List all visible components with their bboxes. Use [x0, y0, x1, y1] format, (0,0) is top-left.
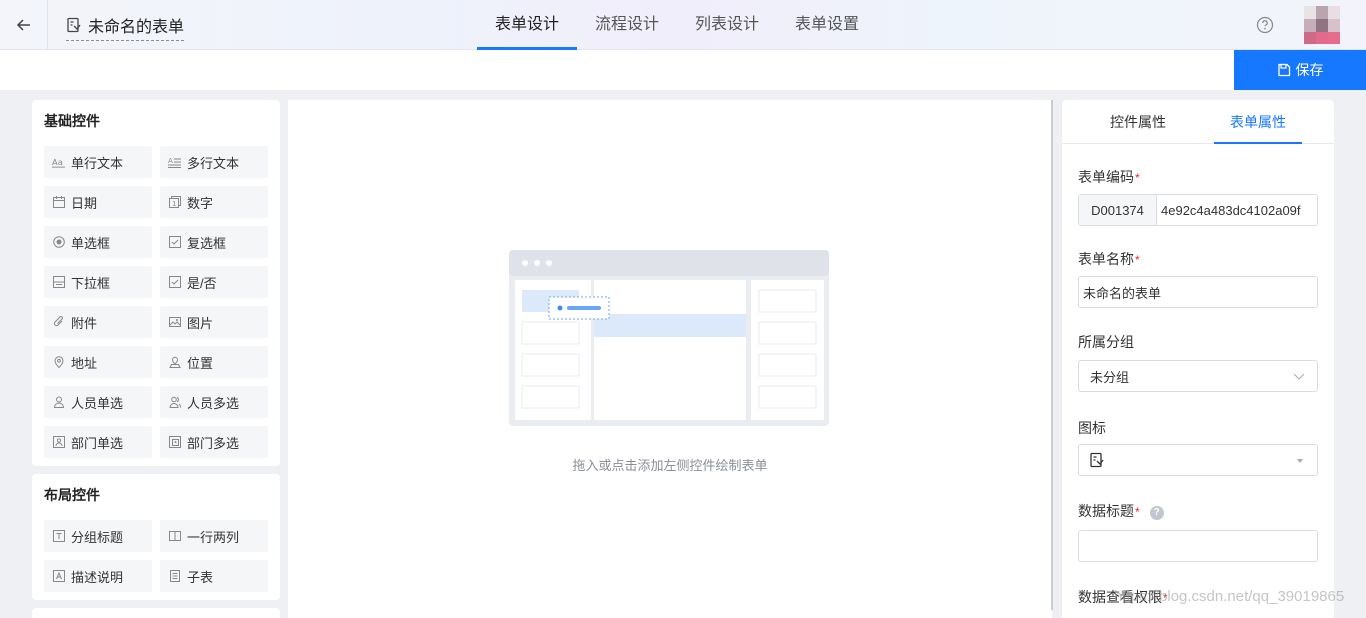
group-title-icon: [52, 530, 65, 543]
tab-form-settings[interactable]: 表单设置: [777, 0, 877, 50]
save-label: 保存: [1295, 62, 1324, 78]
data-permission-label: 数据查看权限*: [1078, 589, 1168, 605]
form-code-label: 表单编码*: [1078, 169, 1140, 185]
svg-text:A: A: [168, 157, 173, 165]
tab-flow-design[interactable]: 流程设计: [577, 0, 677, 50]
form-icon: [67, 17, 81, 33]
tab-form-design[interactable]: 表单设计: [477, 0, 578, 50]
form-name-label: 表单名称*: [1078, 251, 1140, 267]
control-yes-no[interactable]: 是/否: [160, 266, 268, 298]
control-description[interactable]: 描述说明: [44, 560, 152, 592]
calendar-icon: [52, 196, 65, 209]
tab-list-design[interactable]: 列表设计: [677, 0, 777, 50]
control-date[interactable]: 日期: [44, 186, 152, 218]
data-title-label: 数据标题*?: [1078, 501, 1164, 521]
form-code-field[interactable]: D001374 4e92c4a483dc4102a09f: [1078, 194, 1318, 226]
single-line-text-icon: Aa: [52, 156, 65, 169]
users-icon: [168, 396, 181, 409]
number-icon: 1: [168, 196, 181, 209]
control-single-line-text[interactable]: Aa 单行文本: [44, 146, 152, 178]
control-location[interactable]: 位置: [160, 346, 268, 378]
control-number[interactable]: 1 数字: [160, 186, 268, 218]
form-name-value: 未命名的表单: [1083, 285, 1162, 301]
radio-icon: [52, 236, 65, 249]
control-radio[interactable]: 单选框: [44, 226, 152, 258]
control-department-multi[interactable]: 部门多选: [160, 426, 268, 458]
control-group-title[interactable]: 分组标题: [44, 520, 152, 552]
control-address[interactable]: 地址: [44, 346, 152, 378]
toolbar: 保存: [0, 50, 1366, 90]
arrow-left-icon: [16, 18, 30, 31]
back-button[interactable]: [0, 0, 48, 49]
control-user-multi[interactable]: 人员多选: [160, 386, 268, 418]
form-title[interactable]: 未命名的表单: [66, 13, 185, 41]
control-two-columns[interactable]: 一行两列: [160, 520, 268, 552]
checkbox-icon: [168, 236, 181, 249]
empty-canvas-hint: 拖入或点击添加左侧控件绘制表单: [572, 458, 768, 473]
more-controls-panel: [32, 608, 280, 618]
form-code-prefix: D001374: [1079, 195, 1157, 225]
avatar[interactable]: [1304, 6, 1340, 44]
svg-text:1: 1: [172, 200, 176, 208]
form-code-value: 4e92c4a483dc4102a09f: [1161, 202, 1301, 218]
save-icon: [1277, 63, 1290, 77]
user-icon: [52, 396, 65, 409]
map-pin-icon: [52, 356, 65, 369]
group-select[interactable]: 未分组: [1078, 360, 1318, 392]
multi-line-text-icon: A: [168, 156, 181, 169]
control-user-single[interactable]: 人员单选: [44, 386, 152, 418]
basic-controls-panel: 基础控件 Aa 单行文本 A 多行文本 日期 1 数字 单选框 复选框 下拉框 是/否…: [32, 100, 280, 466]
layout-controls-panel: 布局控件 分组标题 一行两列 描述说明 子表: [32, 474, 280, 600]
tab-form-properties[interactable]: 表单属性: [1214, 100, 1302, 144]
icon-select[interactable]: [1078, 444, 1318, 476]
data-title-field[interactable]: [1078, 530, 1318, 562]
control-checkbox[interactable]: 复选框: [160, 226, 268, 258]
designer-tabs: 表单设计 流程设计 列表设计 表单设置: [477, 0, 877, 50]
form-canvas[interactable]: 拖入或点击添加左侧控件绘制表单: [288, 100, 1052, 618]
icon-label: 图标: [1078, 420, 1106, 436]
dropdown-icon: [52, 276, 65, 289]
svg-text:Aa: Aa: [52, 157, 63, 167]
help-icon[interactable]: [1256, 16, 1274, 34]
form-name-field[interactable]: 未命名的表单: [1078, 276, 1318, 308]
tab-control-properties[interactable]: 控件属性: [1062, 100, 1214, 143]
paperclip-icon: [52, 316, 65, 329]
control-image[interactable]: 图片: [160, 306, 268, 338]
department-icon: [52, 436, 65, 449]
two-columns-icon: [168, 530, 181, 543]
control-multi-line-text[interactable]: A 多行文本: [160, 146, 268, 178]
yes-no-icon: [168, 276, 181, 289]
group-value: 未分组: [1090, 369, 1130, 385]
form-icon: [1090, 452, 1104, 468]
departments-icon: [168, 436, 181, 449]
help-icon[interactable]: ?: [1149, 505, 1164, 520]
group-label: 所属分组: [1078, 334, 1134, 350]
properties-panel: 控件属性 表单属性 表单编码* D001374 4e92c4a483dc4102…: [1062, 100, 1334, 618]
empty-form-illustration: [509, 250, 829, 426]
image-icon: [168, 316, 181, 329]
control-subtable[interactable]: 子表: [160, 560, 268, 592]
control-department-single[interactable]: 部门单选: [44, 426, 152, 458]
top-header: 未命名的表单 表单设计 流程设计 列表设计 表单设置: [0, 0, 1366, 50]
canvas-scrollbar[interactable]: [1051, 100, 1053, 610]
subtable-icon: [168, 570, 181, 583]
caret-down-icon: [1297, 459, 1303, 463]
control-attachment[interactable]: 附件: [44, 306, 152, 338]
description-icon: [52, 570, 65, 583]
form-title-text: 未命名的表单: [88, 19, 185, 36]
layout-controls-title: 布局控件: [44, 487, 100, 503]
location-icon: [168, 356, 181, 369]
save-button[interactable]: 保存: [1234, 50, 1366, 90]
control-dropdown[interactable]: 下拉框: [44, 266, 152, 298]
basic-controls-title: 基础控件: [44, 113, 100, 129]
chevron-down-icon: [1293, 373, 1305, 380]
